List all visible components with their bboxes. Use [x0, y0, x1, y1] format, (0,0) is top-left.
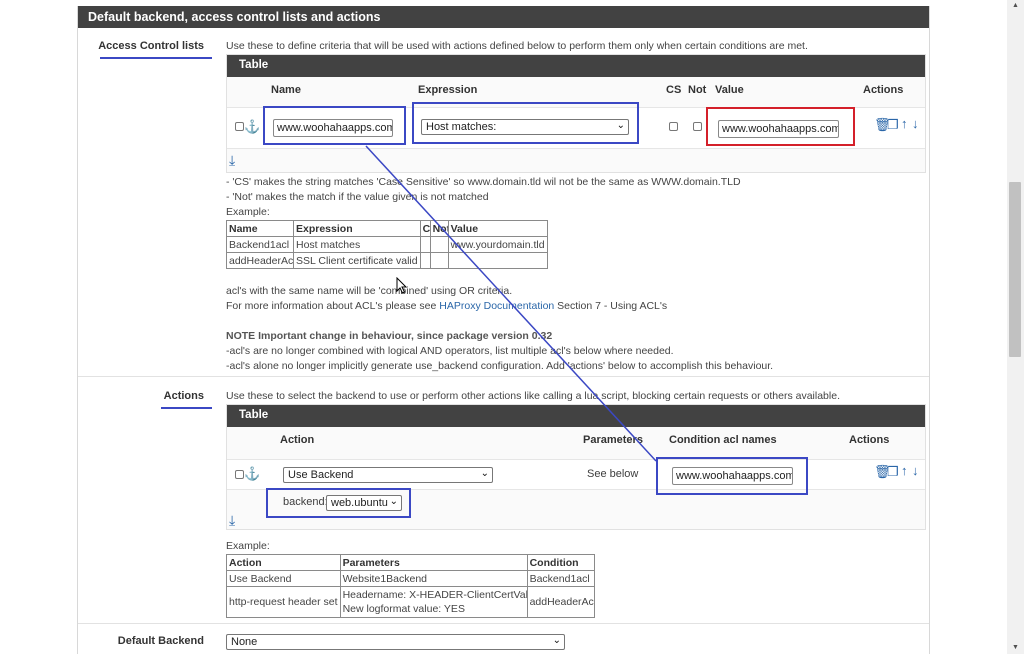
scrollbar-thumb[interactable] — [1009, 182, 1021, 357]
mouse-cursor-icon — [396, 277, 408, 294]
scroll-down-arrow-icon[interactable]: ▼ — [1007, 642, 1024, 654]
annotation-connector — [365, 145, 657, 462]
vertical-scrollbar[interactable]: ▲ ▼ — [1007, 0, 1024, 654]
scroll-up-arrow-icon[interactable]: ▲ — [1007, 0, 1024, 12]
connector-line — [365, 145, 657, 462]
